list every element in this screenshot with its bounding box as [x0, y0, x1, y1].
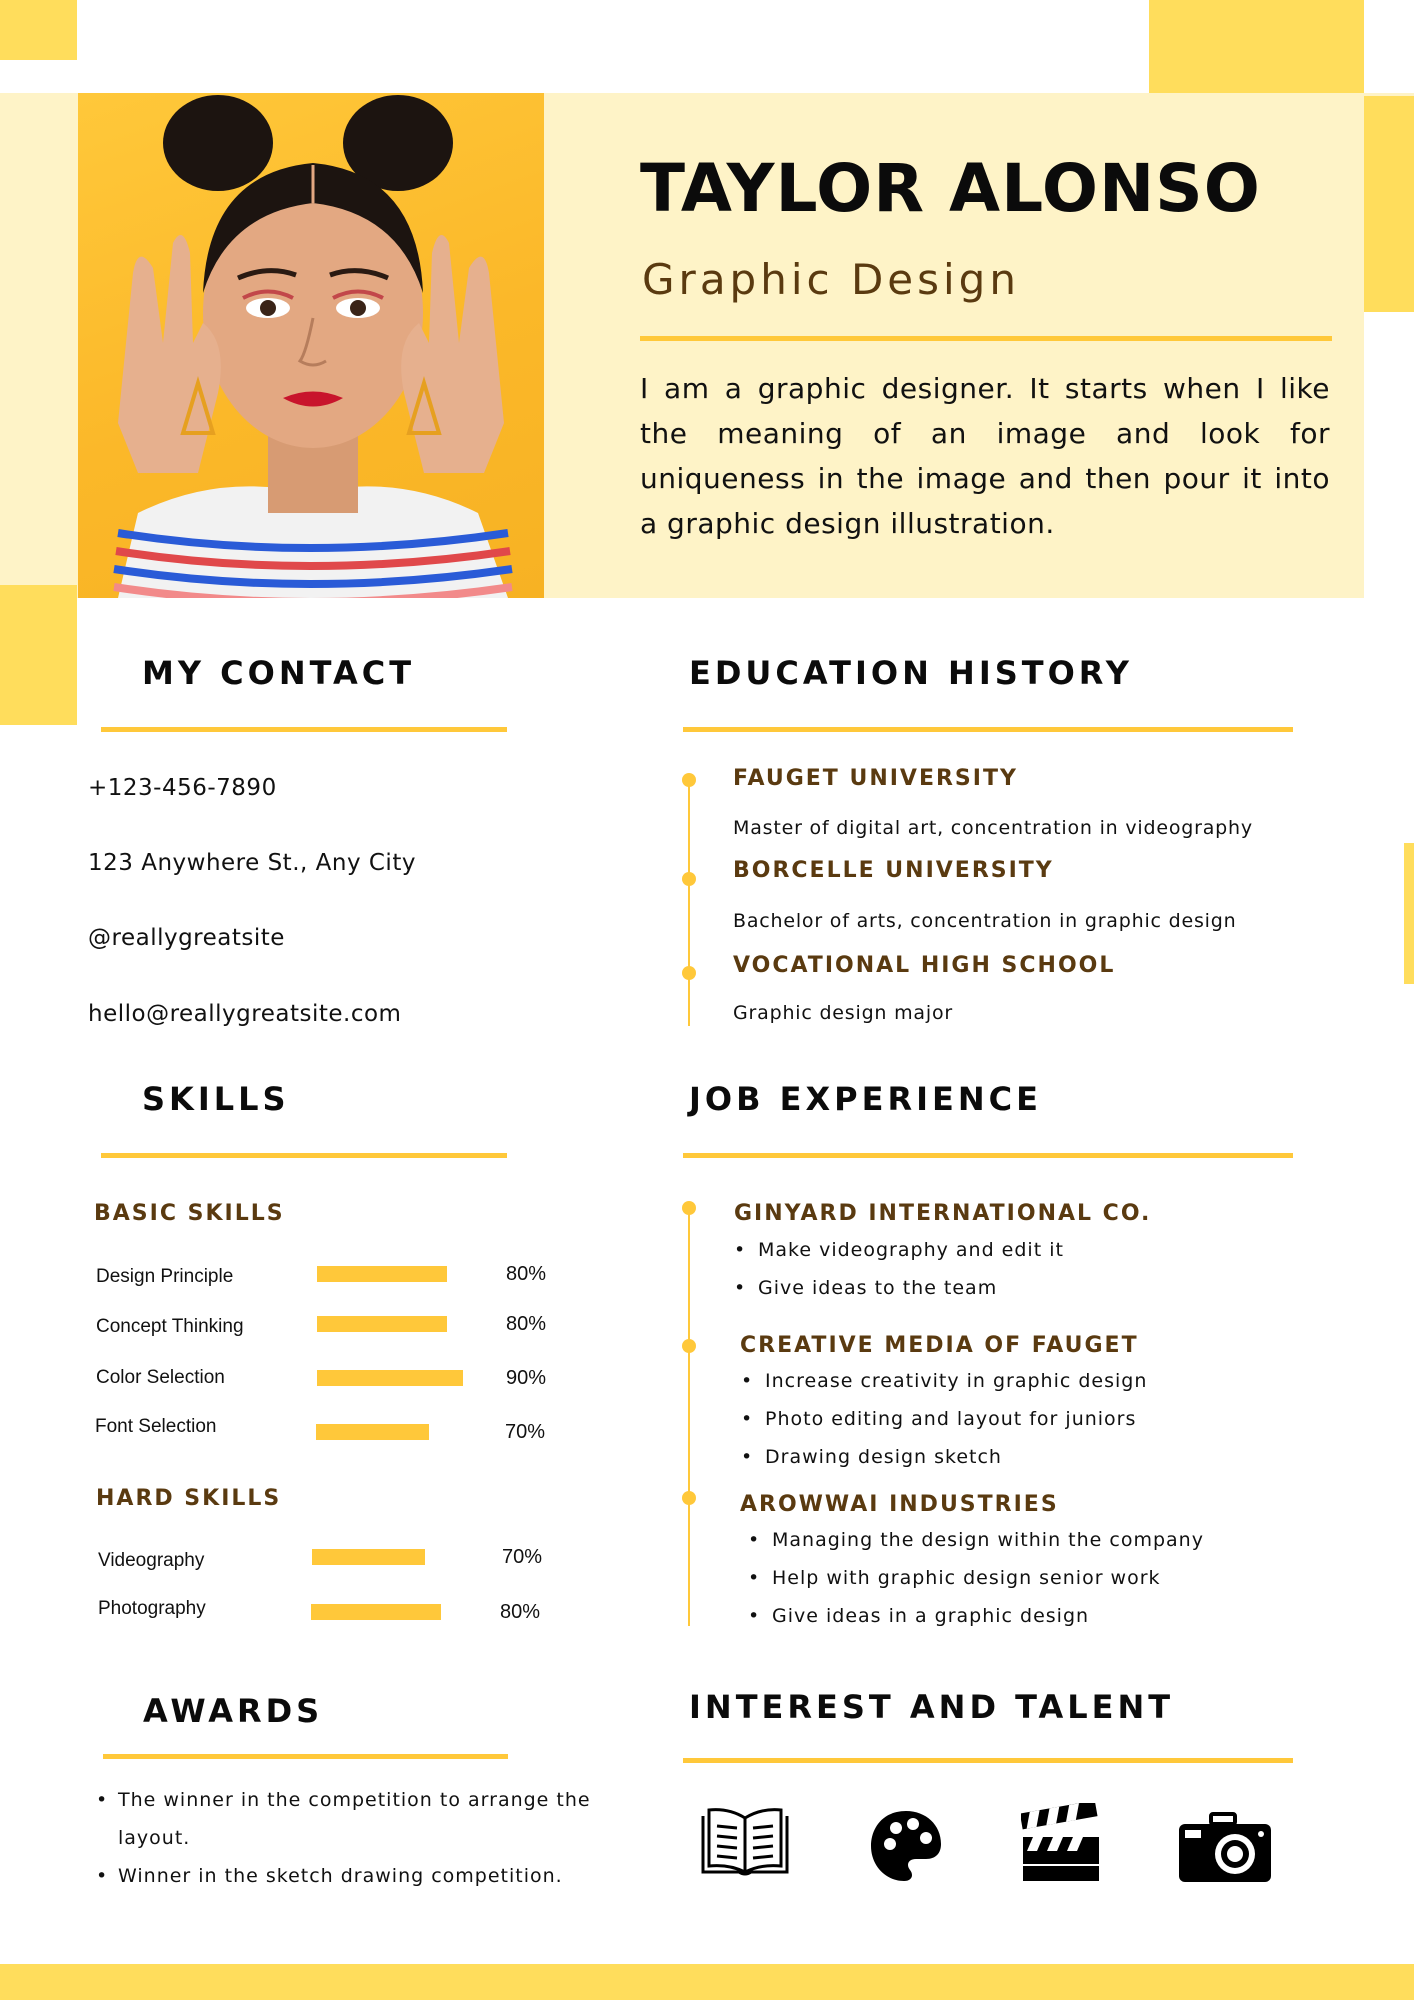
clapperboard-icon — [1021, 1803, 1099, 1881]
job-company: AROWWAI INDUSTRIES — [740, 1492, 1059, 1517]
job-divider — [683, 1153, 1293, 1158]
education-school: VOCATIONAL HIGH SCHOOL — [733, 953, 1116, 978]
skill-bar — [317, 1370, 463, 1386]
contact-social: @reallygreatsite — [88, 925, 285, 951]
job-task: Help with graphic design senior work — [748, 1567, 1161, 1589]
skill-bar — [317, 1316, 447, 1332]
job-dot — [682, 1201, 696, 1215]
contact-divider — [101, 727, 507, 732]
interest-divider — [683, 1758, 1293, 1763]
interest-heading: INTEREST AND TALENT — [689, 1688, 1175, 1726]
skill-name: Photography — [98, 1598, 206, 1619]
job-company: CREATIVE MEDIA OF FAUGET — [740, 1333, 1139, 1358]
footer-bar — [0, 1964, 1414, 2000]
job-task: Managing the design within the company — [748, 1529, 1204, 1551]
job-company: GINYARD INTERNATIONAL CO. — [734, 1201, 1152, 1226]
candidate-name: TAYLOR ALONSO — [640, 150, 1261, 227]
corner-block-top-left — [0, 0, 77, 60]
education-divider — [683, 727, 1293, 732]
edge-tab-right — [1404, 843, 1414, 984]
award-item: Winner in the sketch drawing competition… — [96, 1857, 618, 1895]
book-icon — [701, 1808, 789, 1876]
camera-icon — [1179, 1812, 1271, 1882]
job-title: Graphic Design — [642, 255, 1020, 304]
award-item: The winner in the competition to arrange… — [96, 1781, 618, 1857]
education-detail: Bachelor of arts, concentration in graph… — [733, 910, 1237, 932]
skill-percent: 80% — [500, 1601, 541, 1623]
side-block-right — [1364, 96, 1414, 312]
job-timeline — [688, 1208, 690, 1626]
skills-divider — [101, 1153, 507, 1158]
profile-summary: I am a graphic designer. It starts when … — [640, 372, 1330, 540]
education-dot — [682, 773, 696, 787]
skills-heading: SKILLS — [142, 1080, 290, 1118]
job-task: Give ideas to the team — [734, 1277, 997, 1299]
job-task: Make videography and edit it — [734, 1239, 1064, 1261]
skill-name: Font Selection — [95, 1416, 217, 1437]
skill-name: Concept Thinking — [96, 1316, 244, 1337]
awards-divider — [103, 1754, 508, 1759]
job-dot — [682, 1339, 696, 1353]
job-dot — [682, 1491, 696, 1505]
contact-heading: MY CONTACT — [142, 654, 416, 692]
skill-name: Design Principle — [96, 1266, 234, 1287]
education-school: FAUGET UNIVERSITY — [733, 766, 1018, 791]
side-block-left — [0, 585, 77, 725]
hard-skills-label: HARD SKILLS — [96, 1486, 282, 1511]
header-divider — [640, 336, 1332, 341]
job-heading: JOB EXPERIENCE — [689, 1080, 1043, 1118]
skill-bar — [312, 1549, 425, 1565]
job-task: Drawing design sketch — [741, 1446, 1002, 1468]
skill-percent: 80% — [506, 1313, 547, 1335]
profile-photo — [78, 93, 544, 598]
skill-percent: 80% — [506, 1263, 547, 1285]
skill-bar — [317, 1266, 447, 1282]
education-dot — [682, 872, 696, 886]
corner-block-top-right — [1149, 0, 1364, 93]
education-school: BORCELLE UNIVERSITY — [733, 858, 1054, 883]
skill-percent: 90% — [506, 1367, 547, 1389]
awards-heading: AWARDS — [143, 1692, 324, 1730]
education-heading: EDUCATION HISTORY — [689, 654, 1133, 692]
job-task: Photo editing and layout for juniors — [741, 1408, 1136, 1430]
contact-email: hello@reallygreatsite.com — [88, 1001, 402, 1027]
education-dot — [682, 966, 696, 980]
skill-name: Color Selection — [96, 1367, 225, 1388]
job-task: Give ideas in a graphic design — [748, 1605, 1089, 1627]
palette-icon — [871, 1811, 941, 1881]
education-timeline — [688, 780, 690, 1026]
contact-address: 123 Anywhere St., Any City — [88, 850, 416, 876]
skill-bar — [311, 1604, 441, 1620]
education-detail: Master of digital art, concentration in … — [733, 817, 1253, 839]
job-task: Increase creativity in graphic design — [741, 1370, 1147, 1392]
education-detail: Graphic design major — [733, 1002, 953, 1024]
skill-percent: 70% — [502, 1546, 543, 1568]
skill-percent: 70% — [505, 1421, 546, 1443]
basic-skills-label: BASIC SKILLS — [94, 1201, 285, 1226]
contact-phone: +123-456-7890 — [88, 775, 277, 801]
skill-name: Videography — [98, 1550, 205, 1571]
portrait-illustration — [113, 95, 513, 598]
skill-bar — [316, 1424, 429, 1440]
